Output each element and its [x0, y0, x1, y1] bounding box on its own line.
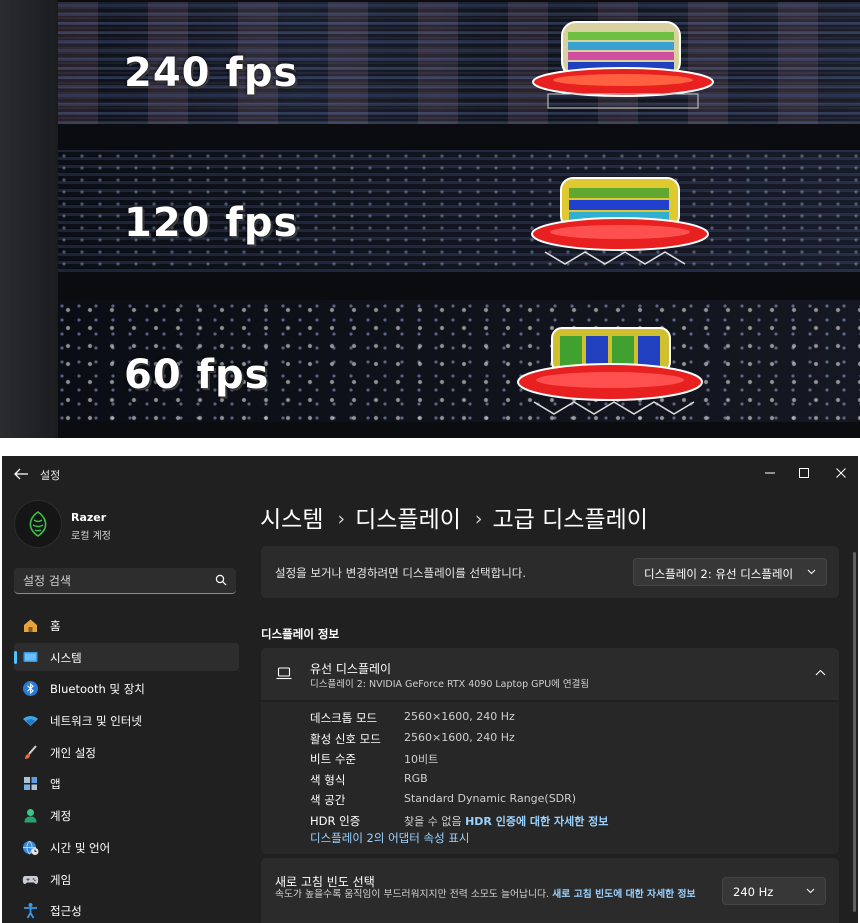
select-display-card: 설정을 보거나 변경하려면 디스플레이를 선택합니다. 디스플레이 2: 유선 … [261, 546, 839, 598]
sidebar-item-gaming[interactable]: 게임 [14, 865, 239, 893]
user-profile[interactable]: Razer 로컬 계정 [14, 498, 244, 548]
sidebar-item-time-language[interactable]: 시간 및 언어 [14, 833, 239, 861]
display-dropdown-value: 디스플레이 2: 유선 디스플레이 [644, 567, 794, 581]
laptop-icon [276, 667, 292, 680]
fps-label-240: 240 fps [124, 50, 299, 96]
info-row-value: 2560×1600, 240 Hz [404, 730, 515, 744]
display-connection: 디스플레이 2: NVIDIA GeForce RTX 4090 Laptop … [310, 679, 590, 690]
sidebar-item-accounts[interactable]: 계정 [14, 801, 239, 829]
display-info-header[interactable]: 유선 디스플레이 디스플레이 2: NVIDIA GeForce RTX 409… [261, 648, 839, 700]
sidebar-item-personalization[interactable]: 개인 설정 [14, 738, 239, 766]
refresh-rate-card: 새로 고침 빈도 선택 속도가 높을수록 움직임이 부드러워지지만 전력 소모도… [261, 858, 839, 923]
ufo-test-photo: 240 fps 120 fps 60 fps [0, 0, 860, 438]
refresh-rate-desc-text: 속도가 높을수록 움직임이 부드러워지지만 전력 소모도 늘어납니다. [275, 889, 550, 900]
sidebar-item-label: 시스템 [50, 650, 82, 665]
hdr-status: 찾을 수 없음 [404, 814, 462, 828]
monitor-bezel [0, 0, 58, 438]
info-row-label: 비트 수준 [310, 752, 356, 766]
sidebar-item-label: 네트워크 및 인터넷 [50, 714, 142, 729]
sidebar-nav: 홈 시스템 Bluetooth 및 장치 네트워크 및 인터넷 개인 설정 앱 … [14, 611, 239, 923]
account-icon [24, 809, 37, 823]
chevron-down-icon [806, 888, 815, 894]
brush-icon [25, 745, 37, 759]
display-name: 유선 디스플레이 [310, 662, 392, 676]
refresh-rate-value: 240 Hz [733, 885, 774, 899]
ufo-icon [517, 327, 703, 415]
title-bar: 설정 [2, 456, 858, 492]
wifi-icon [23, 716, 38, 727]
breadcrumb: 시스템 › 디스플레이 › 고급 디스플레이 [260, 500, 648, 534]
sidebar-item-bluetooth[interactable]: Bluetooth 및 장치 [14, 674, 239, 702]
sidebar-item-label: Bluetooth 및 장치 [50, 682, 145, 697]
bluetooth-icon [23, 681, 38, 697]
display-info-details: 데스크톱 모드 2560×1600, 240 Hz 활성 신호 모드 2560×… [261, 702, 839, 854]
scrollbar[interactable] [853, 552, 856, 912]
chevron-down-icon [807, 569, 816, 575]
info-row-label: 색 공간 [310, 793, 346, 807]
settings-window: 설정 Razer 로컬 계정 설정 검색 홈 시스템 Bluetooth 및 장… [2, 456, 858, 923]
sidebar-item-label: 계정 [50, 809, 72, 824]
sidebar-item-system[interactable]: 시스템 [14, 642, 239, 671]
back-arrow-icon[interactable] [13, 467, 29, 481]
hdr-info-link[interactable]: HDR 인증에 대한 자세한 정보 [465, 815, 608, 828]
sidebar-item-network[interactable]: 네트워크 및 인터넷 [14, 706, 239, 734]
sidebar-item-label: 홈 [50, 619, 61, 633]
profile-name: Razer [71, 511, 107, 524]
minimize-button[interactable] [758, 462, 782, 484]
avatar [14, 500, 62, 548]
globe-clock-icon [23, 840, 39, 855]
sidebar-item-home[interactable]: 홈 [14, 611, 239, 639]
info-row-label: HDR 인증 [310, 813, 361, 828]
info-row-label: 활성 신호 모드 [310, 731, 381, 746]
sidebar-item-label: 접근성 [50, 904, 82, 919]
refresh-rate-description: 속도가 높을수록 움직임이 부드러워지지만 전력 소모도 늘어납니다. 새로 고… [275, 888, 715, 901]
monitor-icon [23, 651, 38, 662]
breadcrumb-separator: › [474, 508, 483, 530]
info-row-value: RGB [404, 771, 428, 785]
section-title-display-info: 디스플레이 정보 [261, 627, 340, 641]
sidebar-item-accessibility[interactable]: 접근성 [14, 896, 239, 923]
breadcrumb-item-display[interactable]: 디스플레이 [355, 507, 461, 533]
profile-subtitle: 로컬 계정 [71, 531, 111, 542]
info-row-label: 색 형식 [310, 772, 346, 787]
maximize-button[interactable] [792, 462, 816, 484]
maximize-icon [799, 468, 809, 478]
sidebar-item-label: 개인 설정 [50, 745, 96, 760]
info-row-value: 찾을 수 없음 HDR 인증에 대한 자세한 정보 [404, 813, 608, 829]
close-button[interactable] [829, 462, 853, 484]
sidebar-item-apps[interactable]: 앱 [14, 769, 239, 797]
page-title: 고급 디스플레이 [492, 507, 648, 533]
accessibility-icon [24, 903, 37, 919]
close-icon [836, 468, 846, 478]
fps-label-60: 60 fps [124, 352, 270, 398]
refresh-rate-dropdown[interactable]: 240 Hz [722, 877, 826, 905]
sidebar-item-label: 앱 [50, 777, 61, 792]
sidebar-item-label: 게임 [50, 872, 72, 887]
sidebar-item-label: 시간 및 언어 [50, 840, 111, 855]
breadcrumb-separator: › [337, 508, 346, 530]
ufo-icon [531, 177, 709, 265]
gamepad-icon [22, 875, 39, 884]
breadcrumb-item-system[interactable]: 시스템 [260, 507, 323, 533]
minimize-icon [765, 472, 775, 474]
home-icon [24, 619, 37, 632]
apps-icon [24, 777, 37, 791]
search-icon [215, 574, 227, 586]
info-row-label: 데스크톱 모드 [310, 711, 378, 725]
info-row-value: 2560×1600, 240 Hz [404, 710, 515, 723]
search-box[interactable] [14, 568, 236, 594]
ufo-icon [532, 21, 714, 109]
refresh-rate-info-link[interactable]: 새로 고침 빈도에 대한 자세한 정보 [552, 889, 695, 900]
select-display-text: 설정을 보거나 변경하려면 디스플레이를 선택합니다. [275, 566, 527, 580]
search-input[interactable] [14, 568, 215, 594]
fps-label-120: 120 fps [124, 200, 299, 246]
chevron-up-icon[interactable] [815, 669, 826, 676]
info-row-value: Standard Dynamic Range(SDR) [404, 792, 577, 805]
display-dropdown[interactable]: 디스플레이 2: 유선 디스플레이 [633, 558, 827, 586]
app-title: 설정 [40, 469, 61, 482]
info-row-value: 10비트 [404, 753, 439, 766]
razer-logo-icon [29, 511, 47, 537]
adapter-properties-link[interactable]: 디스플레이 2의 어댑터 속성 표시 [310, 830, 469, 846]
